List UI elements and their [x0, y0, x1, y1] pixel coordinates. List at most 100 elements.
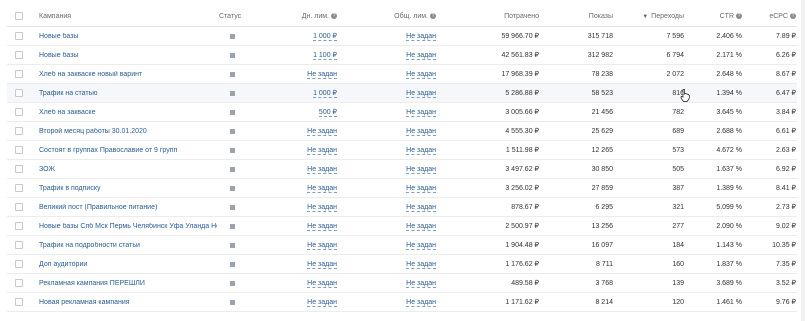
day-limit-link[interactable]: Не задан — [307, 165, 337, 174]
header-clicks[interactable]: ▼ Переходы — [615, 13, 686, 20]
row-select-cell[interactable] — [7, 222, 31, 230]
header-total-limit[interactable]: Общ. лим.? — [345, 13, 448, 20]
row-checkbox[interactable] — [15, 51, 23, 59]
campaign-name-link[interactable]: Трафик на статью — [39, 90, 98, 97]
row-checkbox[interactable] — [15, 184, 23, 192]
row-checkbox[interactable] — [15, 89, 23, 97]
day-limit-link[interactable]: Не задан — [307, 127, 337, 136]
table-row[interactable]: Трафик в подписку Не задан Не задан 3 256.0… — [7, 179, 797, 198]
table-row[interactable]: Новые базы 1 000 ₽ Не задан 59 966.70 ₽ 315 … — [7, 27, 797, 46]
total-limit-link[interactable]: Не задан — [406, 32, 436, 41]
day-limit-link[interactable]: Не задан — [307, 298, 337, 307]
total-limit-link[interactable]: Не задан — [406, 184, 436, 193]
day-limit-link[interactable]: 500 ₽ — [318, 109, 337, 117]
campaign-name-link[interactable]: Хлеб на закваске — [39, 109, 95, 116]
table-row[interactable]: Трафик на статью 1 000 ₽ Не задан 5 286.88 … — [7, 84, 797, 103]
campaign-name-link[interactable]: Трафик в подписку — [39, 185, 100, 192]
total-limit-link[interactable]: Не задан — [406, 203, 436, 212]
row-select-cell[interactable] — [7, 165, 31, 173]
header-status[interactable]: Статус — [217, 13, 247, 20]
help-icon[interactable]: ? — [331, 12, 337, 19]
day-limit-link[interactable]: 1 000 ₽ — [313, 33, 337, 41]
total-limit-link[interactable]: Не задан — [406, 260, 436, 269]
day-limit-link[interactable]: Не задан — [307, 279, 337, 288]
total-limit-link[interactable]: Не задан — [406, 146, 436, 155]
row-select-cell[interactable] — [7, 203, 31, 211]
row-checkbox[interactable] — [15, 165, 23, 173]
row-checkbox[interactable] — [15, 298, 23, 306]
help-icon[interactable]: ? — [736, 12, 742, 19]
total-limit-link[interactable]: Не задан — [406, 89, 436, 98]
total-limit-link[interactable]: Не задан — [406, 70, 436, 79]
row-select-cell[interactable] — [7, 89, 31, 97]
day-limit-link[interactable]: Не задан — [307, 184, 337, 193]
table-row[interactable]: Доп аудитории Не задан Не задан 1 176.62 ₽ 8… — [7, 255, 797, 274]
row-select-cell[interactable] — [7, 127, 31, 135]
select-all-cell[interactable] — [7, 12, 31, 20]
header-day-limit[interactable]: Дн. лим.? — [247, 13, 345, 20]
day-limit-link[interactable]: 1 100 ₽ — [313, 52, 337, 60]
row-checkbox[interactable] — [15, 127, 23, 135]
day-limit-link[interactable]: Не задан — [307, 241, 337, 250]
total-limit-link[interactable]: Не задан — [406, 165, 436, 174]
row-checkbox[interactable] — [15, 108, 23, 116]
day-limit-link[interactable]: Не задан — [307, 70, 337, 79]
select-all-checkbox[interactable] — [15, 12, 23, 20]
campaign-name-link[interactable]: Новые базы — [39, 33, 78, 40]
day-limit-link[interactable]: Не задан — [307, 203, 337, 212]
table-row[interactable]: ЗОЖ Не задан Не задан 3 497.62 ₽ 30 850 505 1.… — [7, 160, 797, 179]
table-row[interactable]: Хлеб на закваске 500 ₽ Не задан 3 005.66 ₽ 2… — [7, 103, 797, 122]
table-row[interactable]: Второй месяц работы 30.01.2020 Не задан Не… — [7, 122, 797, 141]
total-limit-link[interactable]: Не задан — [406, 222, 436, 231]
table-row[interactable]: Новая рекламная кампания Не задан Не задан… — [7, 293, 797, 312]
row-select-cell[interactable] — [7, 184, 31, 192]
table-row[interactable]: Хлеб на закваске новый варинт Не задан Не … — [7, 65, 797, 84]
header-ctr[interactable]: CTR? — [686, 13, 744, 20]
campaign-name-link[interactable]: Новые базы — [39, 52, 78, 59]
campaign-name-link[interactable]: Новые базы Спб Мск Пермь Челябинск Уфа У… — [39, 223, 217, 230]
total-limit-link[interactable]: Не задан — [406, 51, 436, 60]
table-row[interactable]: Новые базы Спб Мск Пермь Челябинск Уфа У… — [7, 217, 797, 236]
row-checkbox[interactable] — [15, 146, 23, 154]
row-select-cell[interactable] — [7, 260, 31, 268]
row-checkbox[interactable] — [15, 279, 23, 287]
day-limit-link[interactable]: 1 000 ₽ — [313, 90, 337, 98]
header-campaign[interactable]: Кампания — [31, 13, 217, 20]
help-icon[interactable]: ? — [790, 12, 796, 19]
campaign-name-link[interactable]: Трафик на подробности статьи — [39, 242, 140, 249]
day-limit-link[interactable]: Не задан — [307, 222, 337, 231]
day-limit-link[interactable]: Не задан — [307, 260, 337, 269]
row-select-cell[interactable] — [7, 241, 31, 249]
campaign-name-link[interactable]: Второй месяц работы 30.01.2020 — [39, 128, 147, 135]
row-checkbox[interactable] — [15, 241, 23, 249]
campaign-name-link[interactable]: Доп аудитории — [39, 261, 87, 268]
header-shows[interactable]: Показы — [541, 13, 615, 20]
table-row[interactable]: Состоят в группах Православие от 9 групп… — [7, 141, 797, 160]
row-checkbox[interactable] — [15, 222, 23, 230]
total-limit-link[interactable]: Не задан — [406, 108, 436, 117]
campaign-name-link[interactable]: Рекламная кампания ПЕРЕШЛИ — [39, 280, 145, 287]
row-checkbox[interactable] — [15, 260, 23, 268]
campaign-name-link[interactable]: Новая рекламная кампания — [39, 299, 130, 306]
row-checkbox[interactable] — [15, 32, 23, 40]
table-row[interactable]: Новые базы 1 100 ₽ Не задан 42 561.83 ₽ 312 … — [7, 46, 797, 65]
row-select-cell[interactable] — [7, 298, 31, 306]
row-select-cell[interactable] — [7, 146, 31, 154]
help-icon[interactable]: ? — [430, 12, 436, 19]
total-limit-link[interactable]: Не задан — [406, 127, 436, 136]
table-row[interactable]: Великий пост (Правильное питание) Не зада… — [7, 198, 797, 217]
sort-desc-icon[interactable]: ▼ — [642, 14, 648, 20]
total-limit-link[interactable]: Не задан — [406, 298, 436, 307]
table-row[interactable]: Рекламная кампания ПЕРЕШЛИ Не задан Не зад… — [7, 274, 797, 293]
table-row[interactable]: Трафик на подробности статьи Не задан Не з… — [7, 236, 797, 255]
row-checkbox[interactable] — [15, 203, 23, 211]
row-select-cell[interactable] — [7, 108, 31, 116]
vertical-scrollbar[interactable] — [801, 0, 805, 321]
header-spent[interactable]: Потрачено — [448, 13, 541, 20]
row-checkbox[interactable] — [15, 70, 23, 78]
row-select-cell[interactable] — [7, 51, 31, 59]
total-limit-link[interactable]: Не задан — [406, 279, 436, 288]
campaign-name-link[interactable]: ЗОЖ — [39, 166, 55, 173]
row-select-cell[interactable] — [7, 279, 31, 287]
header-cpc[interactable]: eCPC? — [744, 13, 797, 20]
